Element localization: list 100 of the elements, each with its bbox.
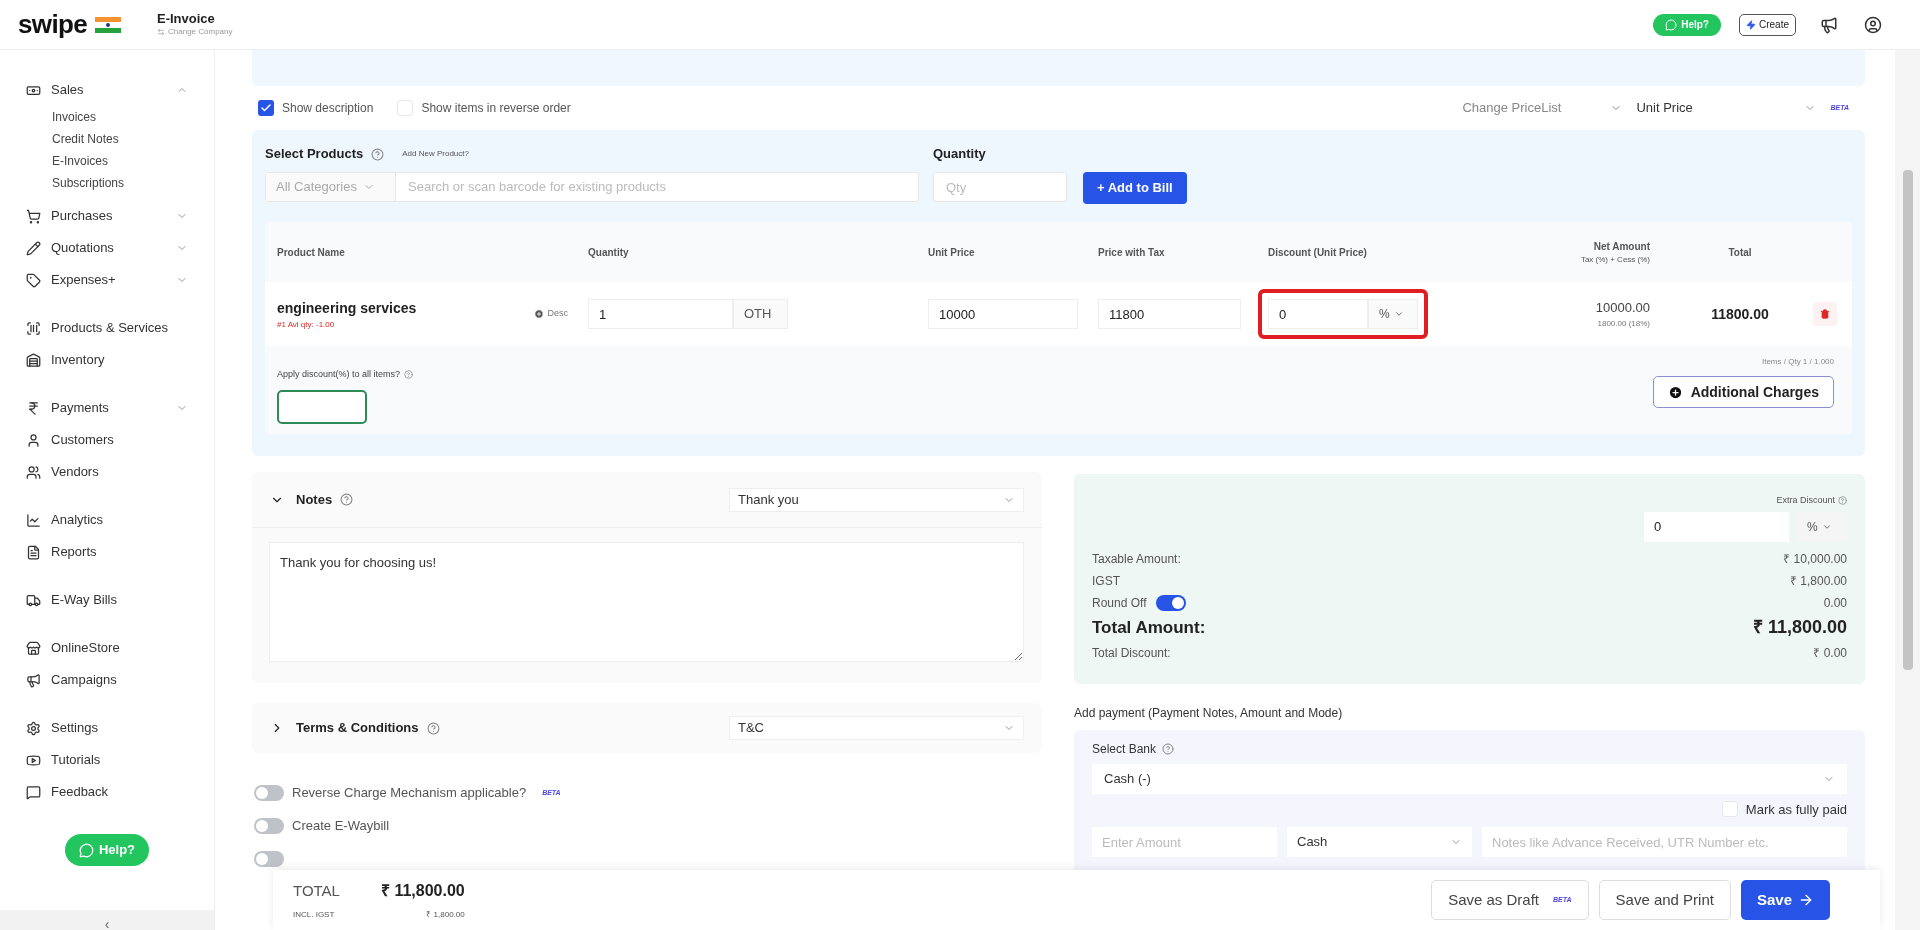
bank-dropdown[interactable]: Cash (-): [1092, 763, 1847, 794]
sidebar-item-icon: [26, 592, 41, 608]
product-name: engineering services: [277, 298, 417, 318]
summary-label: Total Discount:: [1092, 644, 1171, 662]
price-type-dropdown[interactable]: Unit Price: [1636, 98, 1817, 118]
save-button[interactable]: Save: [1740, 880, 1830, 920]
flag-icon: [95, 16, 121, 33]
checkbox[interactable]: [397, 100, 414, 116]
discount-type-dropdown[interactable]: %: [1368, 299, 1418, 329]
quantity-input[interactable]: Qty: [933, 172, 1067, 202]
notes-template-dropdown[interactable]: Thank you: [729, 487, 1024, 512]
summary-label: Taxable Amount:: [1092, 550, 1181, 568]
help-icon: [371, 147, 385, 161]
column-header: Discount (Unit Price): [1267, 245, 1368, 260]
add-to-bill-button[interactable]: + Add to Bill: [1083, 172, 1187, 204]
collapse-sidebar-button[interactable]: ‹: [104, 918, 110, 930]
sidebar-item[interactable]: Settings: [26, 712, 188, 744]
create-button[interactable]: Create: [1739, 13, 1796, 36]
sidebar-subitem[interactable]: Subscriptions: [52, 172, 188, 194]
sidebar-subitem[interactable]: E-Invoices: [52, 150, 188, 172]
quantity-input[interactable]: 1: [588, 299, 733, 329]
lightning-icon: [1746, 19, 1756, 30]
terms-template-dropdown[interactable]: T&C: [729, 716, 1024, 740]
checkbox[interactable]: [258, 100, 274, 116]
column-header: Product Name: [276, 245, 346, 260]
search-input[interactable]: Search or scan barcode for existing products: [396, 173, 918, 201]
sidebar-item[interactable]: E-Way Bills: [26, 584, 188, 616]
profile-icon[interactable]: [1864, 15, 1882, 34]
total-amount: ₹ 11,800.00: [381, 881, 465, 901]
sidebar-item[interactable]: Payments: [26, 392, 188, 424]
extra-discount-input[interactable]: 0: [1644, 511, 1789, 542]
sidebar-item[interactable]: Products & Services: [26, 312, 188, 344]
scrollbar-thumb[interactable]: [1902, 170, 1913, 670]
net-amount: 10000.00: [1595, 299, 1650, 318]
price-with-tax-input[interactable]: 11800: [1098, 299, 1241, 329]
sidebar-item[interactable]: OnlineStore: [26, 632, 188, 664]
sidebar-item[interactable]: Sales: [26, 74, 188, 106]
column-header: Total: [1727, 245, 1753, 260]
checkbox[interactable]: [1721, 801, 1738, 818]
sidebar-item[interactable]: Quotations: [26, 232, 188, 264]
sidebar-item[interactable]: Feedback: [26, 776, 188, 808]
logo[interactable]: swipe: [18, 5, 87, 44]
delete-button[interactable]: [1813, 302, 1837, 326]
payment-notes-input[interactable]: Notes like Advance Received, UTR Number etc.: [1482, 827, 1847, 857]
amount-input[interactable]: Enter Amount: [1092, 827, 1277, 857]
apply-discount-input[interactable]: [277, 389, 367, 424]
unit-price-input[interactable]: 10000: [928, 299, 1078, 329]
discount-input[interactable]: 0: [1268, 299, 1368, 329]
line-total: 11800.00: [1710, 304, 1770, 324]
tax-amount: ₹ 1,800.00: [425, 909, 465, 921]
payment-mode-dropdown[interactable]: Cash: [1287, 827, 1472, 857]
sidebar-item[interactable]: Purchases: [26, 200, 188, 232]
sidebar-item-icon: [26, 320, 41, 336]
toggle-label: Reverse Charge Mechanism applicable?: [292, 784, 527, 803]
add-product-link[interactable]: Add New Product?: [402, 148, 469, 160]
field-label: Select Bank: [1092, 740, 1157, 758]
sidebar-item[interactable]: Expenses+: [26, 264, 188, 296]
toggle-switch[interactable]: [1156, 594, 1187, 611]
sidebar-item[interactable]: Vendors: [26, 456, 188, 488]
column-header: Unit Price: [927, 245, 976, 260]
help-icon: [340, 493, 354, 506]
apply-discount-label: Apply discount(%) to all items?: [277, 368, 401, 381]
tax-amount: 1800.00 (18%): [1597, 317, 1650, 330]
discount-type-dropdown[interactable]: %: [1797, 511, 1847, 542]
sidebar-subitem[interactable]: Invoices: [52, 106, 188, 128]
trash-icon: [1820, 309, 1830, 319]
sidebar-item[interactable]: Analytics: [26, 504, 188, 536]
switch-icon: [157, 28, 165, 36]
checkbox-label: Show description: [282, 100, 374, 117]
summary-value: ₹ 11,800.00: [1752, 616, 1847, 639]
company-name: E-Invoice: [157, 11, 216, 26]
column-header: Net Amount: [1593, 239, 1650, 254]
sidebar-item[interactable]: Reports: [26, 536, 188, 568]
chevron-down-icon: [1393, 309, 1404, 319]
sidebar-item[interactable]: Campaigns: [26, 664, 188, 696]
sidebar-item-icon: [26, 352, 41, 368]
save-print-button[interactable]: Save and Print: [1598, 880, 1731, 920]
stock-info: #1 Avl qty: -1.00: [277, 318, 336, 331]
sidebar-item[interactable]: Tutorials: [26, 744, 188, 776]
toggle-switch[interactable]: [254, 785, 284, 801]
announcement-icon[interactable]: [1820, 15, 1838, 34]
pricelist-dropdown[interactable]: Change PriceList: [1462, 98, 1623, 118]
sidebar-item[interactable]: Customers: [26, 424, 188, 456]
help-icon: [1162, 742, 1175, 755]
description-button[interactable]: Desc: [534, 307, 568, 321]
help-icon: [404, 370, 414, 380]
additional-charges-button[interactable]: Additional Charges: [1652, 376, 1834, 408]
notes-textarea[interactable]: Thank you for choosing us!: [269, 542, 1024, 662]
sidebar-item-icon: [26, 432, 41, 448]
plus-icon: [1667, 384, 1683, 400]
section-title: Select Products: [265, 145, 364, 164]
toggle-switch[interactable]: [254, 851, 284, 867]
arrow-right-icon: [1798, 892, 1814, 908]
sidebar-subitem[interactable]: Credit Notes: [52, 128, 188, 150]
summary-label: Total Amount:: [1092, 616, 1206, 639]
help-icon: [426, 721, 440, 735]
items-quantity-summary: Items / Qty 1 / 1.000: [1761, 356, 1834, 368]
toggle-switch[interactable]: [254, 818, 284, 834]
field-label: Quantity: [933, 145, 987, 163]
sidebar-item[interactable]: Inventory: [26, 344, 188, 376]
